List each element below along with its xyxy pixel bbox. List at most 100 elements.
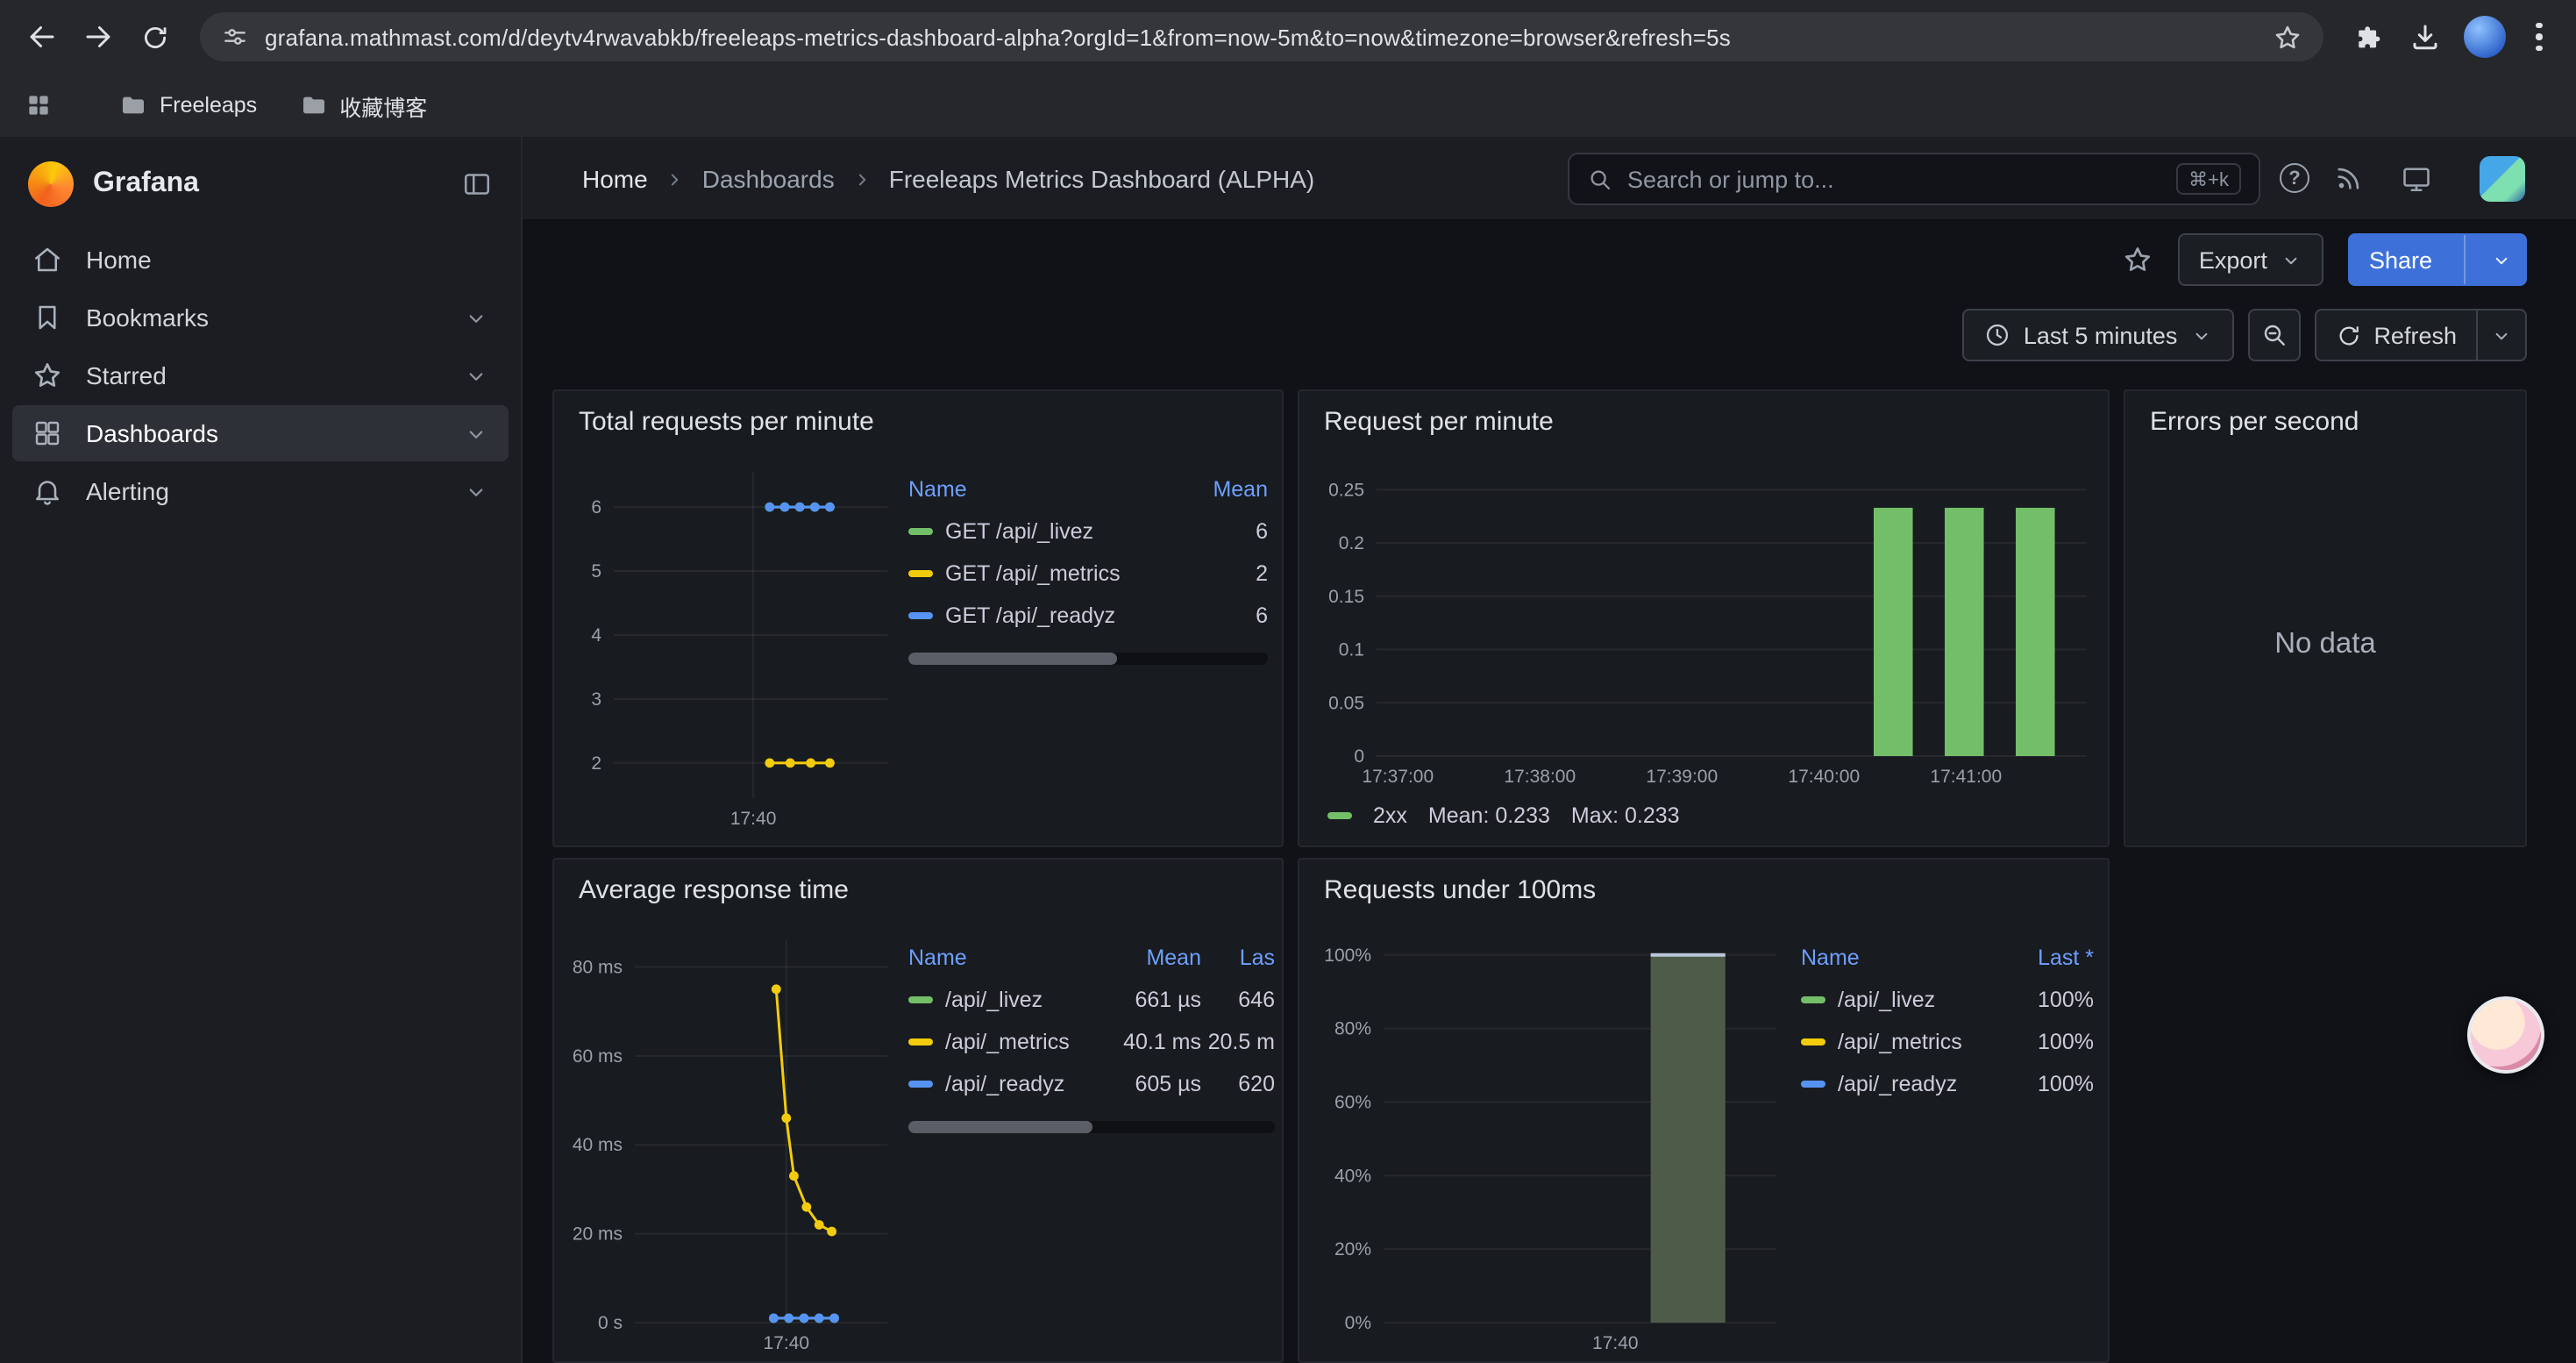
zoom-out-icon — [2259, 321, 2288, 349]
breadcrumb-home[interactable]: Home — [582, 165, 648, 193]
url-text[interactable]: grafana.mathmast.com/d/deytv4rwavabkb/fr… — [265, 24, 2257, 50]
sidebar-item-starred[interactable]: Starred — [12, 347, 509, 403]
site-info-icon[interactable] — [221, 23, 249, 51]
series-swatch — [1801, 997, 1825, 1003]
series-name[interactable]: GET /api/_readyz — [945, 603, 1115, 628]
panel-title[interactable]: Requests under 100ms — [1324, 875, 1596, 905]
legend-header[interactable]: Name — [908, 477, 1184, 502]
legend-header[interactable]: Mean — [1184, 477, 1268, 502]
series-name[interactable]: 2xx — [1373, 803, 1407, 828]
series-name[interactable]: /api/_readyz — [945, 1072, 1064, 1096]
svg-text:40 ms: 40 ms — [573, 1135, 623, 1155]
sidebar-item-home[interactable]: Home — [12, 232, 509, 288]
browser-menu-icon[interactable] — [2516, 23, 2562, 52]
chart-canvas[interactable]: 80 ms60 ms40 ms20 ms0 s17:40 — [568, 926, 898, 1358]
sidebar-collapse-icon[interactable] — [461, 168, 493, 200]
sidebar-item-label: Alerting — [86, 477, 169, 505]
downloads-icon[interactable] — [2397, 9, 2453, 65]
help-icon[interactable]: ? — [2280, 163, 2309, 193]
legend-header[interactable]: Las — [1201, 946, 1275, 970]
grafana-logo[interactable] — [28, 161, 74, 207]
chevron-down-icon[interactable] — [463, 478, 489, 504]
floating-chat-avatar[interactable] — [2467, 996, 2544, 1074]
panel-title[interactable]: Average response time — [579, 875, 849, 905]
search-box[interactable]: ⌘+k — [1568, 153, 2260, 205]
extensions-icon[interactable] — [2341, 9, 2397, 65]
series-mean: Mean: 0.233 — [1428, 803, 1550, 828]
user-avatar[interactable] — [2480, 156, 2525, 202]
favorite-star-icon[interactable] — [2122, 244, 2153, 275]
series-name[interactable]: /api/_livez — [945, 988, 1042, 1012]
refresh-button[interactable]: Refresh — [2316, 310, 2476, 360]
bookmark-folder-freeleaps[interactable]: Freeleaps — [105, 84, 271, 126]
chevron-down-icon[interactable] — [463, 420, 489, 446]
time-range-picker[interactable]: Last 5 minutes — [1962, 309, 2234, 361]
series-value: 620 — [1201, 1072, 1275, 1096]
series-max: Max: 0.233 — [1571, 803, 1680, 828]
browser-forward-button[interactable] — [70, 9, 126, 65]
bell-icon — [32, 475, 63, 507]
series-name[interactable]: GET /api/_livez — [945, 519, 1093, 544]
legend-scrollbar[interactable] — [908, 1121, 1275, 1133]
chevron-right-icon — [850, 168, 873, 190]
legend-header[interactable]: Mean — [1096, 946, 1201, 970]
series-value: 40.1 ms — [1096, 1030, 1201, 1054]
panel-title[interactable]: Total requests per minute — [579, 407, 874, 437]
browser-back-button[interactable] — [14, 9, 70, 65]
chart-canvas[interactable]: 6543217:40 — [568, 458, 898, 833]
legend-header[interactable]: Name — [908, 946, 1096, 970]
panel-title[interactable]: Errors per second — [2150, 407, 2359, 437]
chart-canvas[interactable]: 100%80%60%40%20%0%17:40 — [1313, 926, 1787, 1358]
sidebar-item-dashboards[interactable]: Dashboards — [12, 405, 509, 461]
bookmarks-bar: Freeleaps 收藏博客 — [0, 74, 2576, 137]
chart-canvas[interactable]: 0.250.20.150.10.05017:37:0017:38:0017:39… — [1313, 454, 2097, 791]
bookmark-star-icon[interactable] — [2273, 22, 2302, 52]
url-bar[interactable]: grafana.mathmast.com/d/deytv4rwavabkb/fr… — [200, 12, 2323, 61]
sidebar-item-alerting[interactable]: Alerting — [12, 463, 509, 519]
bookmark-folder-blogs[interactable]: 收藏博客 — [285, 82, 441, 129]
panel-title[interactable]: Request per minute — [1324, 407, 1554, 437]
panel-request-per-minute: Request per minute 0.250.20.150.10.05017… — [1298, 389, 2110, 847]
bookmark-folder-label: Freeleaps — [160, 93, 257, 118]
panel-average-response-time: Average response time 80 ms60 ms40 ms20 … — [552, 858, 1284, 1363]
export-button[interactable]: Export — [2178, 233, 2323, 286]
refresh-interval-dropdown[interactable] — [2476, 310, 2525, 360]
series-name[interactable]: /api/_livez — [1838, 988, 1935, 1012]
chevron-down-icon[interactable] — [2478, 235, 2525, 284]
legend-row: GET /api/_readyz6 — [908, 595, 1268, 637]
series-swatch — [908, 613, 933, 619]
svg-text:3: 3 — [591, 689, 601, 710]
breadcrumb-dashboards[interactable]: Dashboards — [702, 165, 835, 193]
svg-text:17:40: 17:40 — [730, 809, 777, 829]
series-name[interactable]: /api/_readyz — [1838, 1072, 1957, 1096]
refresh-controls: Refresh — [2314, 309, 2527, 361]
legend-row: /api/_readyz605 µs620 — [908, 1063, 1275, 1105]
time-range-label: Last 5 minutes — [2024, 322, 2178, 348]
series-value: 100% — [2003, 988, 2094, 1012]
home-icon — [32, 244, 63, 275]
legend-header[interactable]: Name — [1801, 946, 2003, 970]
browser-profile-avatar[interactable] — [2464, 16, 2506, 58]
search-input[interactable] — [1627, 166, 2162, 192]
sidebar-item-bookmarks[interactable]: Bookmarks — [12, 289, 509, 346]
series-name[interactable]: GET /api/_metrics — [945, 561, 1121, 586]
browser-toolbar: grafana.mathmast.com/d/deytv4rwavabkb/fr… — [0, 0, 2576, 74]
legend-header[interactable]: Last * — [2003, 946, 2094, 970]
tab-groups-icon[interactable] — [25, 91, 53, 119]
series-name[interactable]: /api/_metrics — [945, 1030, 1070, 1054]
legend-scrollbar[interactable] — [908, 653, 1268, 665]
clock-icon — [1983, 321, 2011, 349]
share-button[interactable]: Share — [2348, 233, 2527, 286]
rss-icon[interactable] — [2334, 163, 2364, 193]
total-requests-chart: 6543217:40 — [568, 458, 898, 833]
monitor-icon[interactable] — [2401, 163, 2432, 195]
zoom-out-button[interactable] — [2247, 309, 2300, 361]
panel-requests-under-100ms: Requests under 100ms 100%80%60%40%20%0%1… — [1298, 858, 2110, 1363]
chevron-down-icon[interactable] — [463, 304, 489, 331]
svg-text:0.1: 0.1 — [1339, 640, 1364, 660]
chevron-down-icon[interactable] — [463, 362, 489, 389]
browser-reload-button[interactable] — [126, 9, 182, 65]
svg-text:4: 4 — [591, 625, 601, 646]
dashboards-icon — [32, 417, 63, 449]
series-name[interactable]: /api/_metrics — [1838, 1030, 1962, 1054]
